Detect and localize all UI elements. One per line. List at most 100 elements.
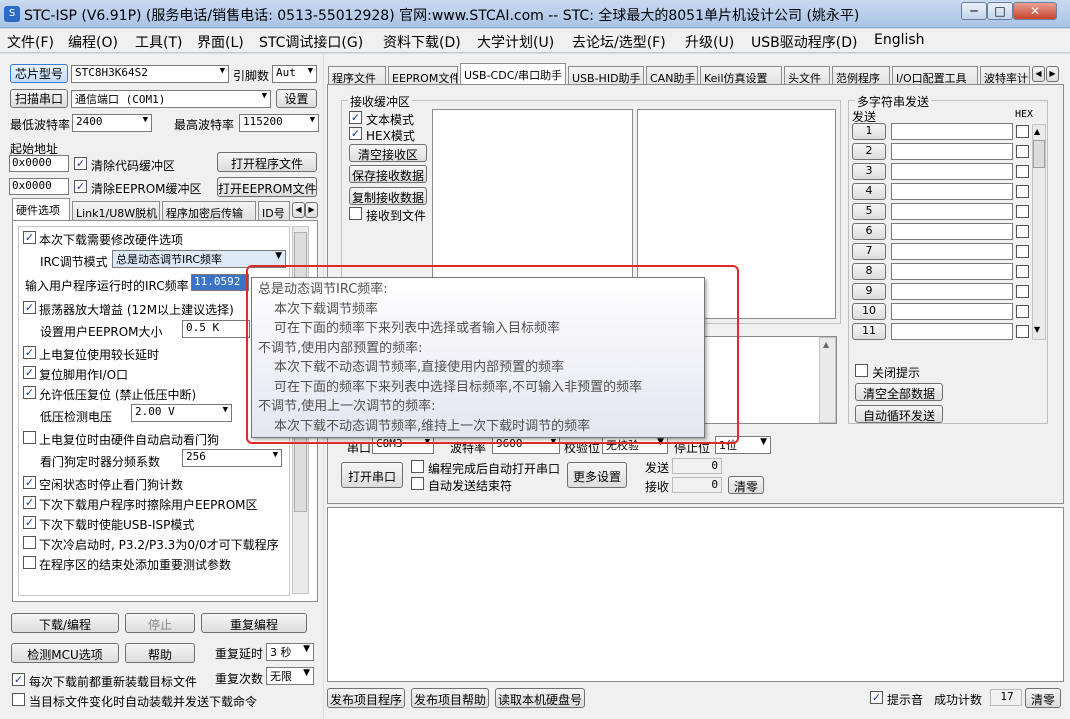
com-port-select[interactable]: 通信端口 (COM1) ▼ bbox=[71, 90, 271, 108]
repeat-delay-select[interactable]: 3 秒 ▼ bbox=[266, 643, 314, 661]
hex-mode-checkbox[interactable]: ✓ bbox=[349, 127, 362, 140]
publish-program-button[interactable]: 发布项目程序 bbox=[327, 688, 405, 708]
clear-all-data-button[interactable]: 清空全部数据 bbox=[855, 383, 943, 401]
code-address-input[interactable]: 0x0000 bbox=[9, 155, 69, 172]
menu-download[interactable]: 资料下载(D) bbox=[383, 32, 461, 52]
tab-usb-hid[interactable]: USB-HID助手 bbox=[568, 66, 644, 86]
send-row-button[interactable]: 10 bbox=[852, 303, 886, 320]
menu-english[interactable]: English bbox=[874, 32, 925, 48]
multi-scroll-thumb[interactable] bbox=[1033, 140, 1045, 168]
read-disk-id-button[interactable]: 读取本机硬盘号 bbox=[495, 688, 585, 708]
send-row-button[interactable]: 5 bbox=[852, 203, 886, 220]
scan-port-button[interactable]: 扫描串口 bbox=[10, 89, 68, 108]
title-bar[interactable]: S STC-ISP (V6.91P) (服务电话/销售电话: 0513-5501… bbox=[0, 0, 1070, 28]
lvd-select[interactable]: 2.00 V ▼ bbox=[131, 404, 232, 422]
send-row-input[interactable] bbox=[891, 143, 1013, 160]
send-row-input[interactable] bbox=[891, 323, 1013, 340]
send-row-hex-checkbox[interactable] bbox=[1016, 285, 1029, 298]
erase-eeprom-checkbox[interactable]: ✓ bbox=[23, 496, 36, 509]
menu-forum[interactable]: 去论坛/选型(F) bbox=[572, 32, 666, 52]
pin-count-select[interactable]: Aut ▼ bbox=[272, 65, 317, 83]
send-row-hex-checkbox[interactable] bbox=[1016, 165, 1029, 178]
send-row-hex-checkbox[interactable] bbox=[1016, 185, 1029, 198]
log-output-area[interactable] bbox=[327, 507, 1064, 682]
tab-encrypt[interactable]: 程序加密后传输 bbox=[162, 201, 256, 221]
tab-program-file[interactable]: 程序文件 bbox=[328, 66, 386, 86]
send-row-button[interactable]: 4 bbox=[852, 183, 886, 200]
tab-scroll-left-icon[interactable]: ◀ bbox=[292, 202, 305, 218]
send-row-hex-checkbox[interactable] bbox=[1016, 325, 1029, 338]
send-scroll-up-icon[interactable]: ▲ bbox=[823, 340, 829, 349]
auto-loop-send-button[interactable]: 自动循环发送 bbox=[855, 405, 943, 423]
add-params-checkbox[interactable] bbox=[23, 556, 36, 569]
send-row-input[interactable] bbox=[891, 243, 1013, 260]
clear-counts-button[interactable]: 清零 bbox=[728, 476, 764, 494]
tab-eeprom-file[interactable]: EEPROM文件 bbox=[388, 66, 458, 86]
tab-scroll-right-icon[interactable]: ▶ bbox=[305, 202, 318, 218]
right-tab-scroll-right-icon[interactable]: ▶ bbox=[1046, 66, 1059, 82]
clear-receive-button[interactable]: 清空接收区 bbox=[349, 144, 427, 162]
send-row-hex-checkbox[interactable] bbox=[1016, 305, 1029, 318]
menu-file[interactable]: 文件(F) bbox=[7, 32, 54, 52]
tab-usb-cdc[interactable]: USB-CDC/串口助手 bbox=[460, 63, 566, 85]
menu-program[interactable]: 编程(O) bbox=[68, 32, 118, 52]
tab-can[interactable]: CAN助手 bbox=[646, 66, 698, 86]
text-mode-checkbox[interactable]: ✓ bbox=[349, 111, 362, 124]
osc-gain-checkbox[interactable]: ✓ bbox=[23, 301, 36, 314]
send-row-button[interactable]: 7 bbox=[852, 243, 886, 260]
eeprom-size-select[interactable]: 0.5 K bbox=[182, 320, 250, 338]
idle-wdt-checkbox[interactable]: ✓ bbox=[23, 476, 36, 489]
chip-model-button[interactable]: 芯片型号 bbox=[10, 64, 68, 83]
download-program-button[interactable]: 下载/编程 bbox=[11, 613, 119, 633]
close-tip-checkbox[interactable] bbox=[855, 364, 868, 377]
multi-scroll-down-icon[interactable]: ▼ bbox=[1034, 325, 1040, 334]
tab-header[interactable]: 头文件 bbox=[784, 66, 830, 86]
por-delay-checkbox[interactable]: ✓ bbox=[23, 346, 36, 359]
tab-baud-calc[interactable]: 波特率计 bbox=[980, 66, 1030, 86]
send-row-hex-checkbox[interactable] bbox=[1016, 225, 1029, 238]
menu-interface[interactable]: 界面(L) bbox=[197, 32, 244, 52]
tab-keil[interactable]: Keil仿真设置 bbox=[700, 66, 782, 86]
settings-button[interactable]: 设置 bbox=[276, 89, 317, 108]
multi-scroll-up-icon[interactable]: ▲ bbox=[1034, 127, 1040, 136]
receive-to-file-checkbox[interactable] bbox=[349, 207, 362, 220]
send-row-hex-checkbox[interactable] bbox=[1016, 265, 1029, 278]
send-row-input[interactable] bbox=[891, 203, 1013, 220]
minimize-button[interactable]: ─ bbox=[961, 2, 987, 20]
send-row-hex-checkbox[interactable] bbox=[1016, 145, 1029, 158]
tab-examples[interactable]: 范例程序 bbox=[832, 66, 890, 86]
send-row-button[interactable]: 6 bbox=[852, 223, 886, 240]
repeat-count-select[interactable]: 无限 ▼ bbox=[266, 667, 314, 685]
lvr-checkbox[interactable]: ✓ bbox=[23, 386, 36, 399]
irc-frequency-input[interactable]: 11.0592 bbox=[191, 274, 249, 291]
maximize-button[interactable]: □ bbox=[987, 2, 1013, 20]
reset-io-checkbox[interactable]: ✓ bbox=[23, 366, 36, 379]
repeat-program-button[interactable]: 重复编程 bbox=[201, 613, 307, 633]
send-scrollbar[interactable] bbox=[819, 337, 836, 423]
open-eeprom-file-button[interactable]: 打开EEPROM文件 bbox=[217, 177, 317, 197]
menu-upgrade[interactable]: 升级(U) bbox=[685, 32, 734, 52]
send-row-hex-checkbox[interactable] bbox=[1016, 245, 1029, 258]
send-row-button[interactable]: 1 bbox=[852, 123, 886, 140]
menu-debug[interactable]: STC调试接口(G) bbox=[259, 32, 363, 52]
tab-id[interactable]: ID号 bbox=[258, 201, 290, 221]
send-row-input[interactable] bbox=[891, 263, 1013, 280]
save-receive-button[interactable]: 保存接收数据 bbox=[349, 165, 427, 183]
auto-open-checkbox[interactable] bbox=[411, 460, 424, 473]
eeprom-address-input[interactable]: 0x0000 bbox=[9, 178, 69, 195]
send-row-input[interactable] bbox=[891, 303, 1013, 320]
max-baud-select[interactable]: 115200 ▼ bbox=[239, 114, 319, 132]
menu-university[interactable]: 大学计划(U) bbox=[477, 32, 554, 52]
send-row-input[interactable] bbox=[891, 183, 1013, 200]
auto-send-end-checkbox[interactable] bbox=[411, 477, 424, 490]
menu-tools[interactable]: 工具(T) bbox=[135, 32, 182, 52]
more-settings-button[interactable]: 更多设置 bbox=[567, 462, 627, 488]
send-row-button[interactable]: 3 bbox=[852, 163, 886, 180]
send-row-button[interactable]: 8 bbox=[852, 263, 886, 280]
beep-checkbox[interactable]: ✓ bbox=[870, 691, 883, 704]
modify-hw-checkbox[interactable]: ✓ bbox=[23, 231, 36, 244]
send-row-button[interactable]: 11 bbox=[852, 323, 886, 340]
send-row-hex-checkbox[interactable] bbox=[1016, 205, 1029, 218]
min-baud-select[interactable]: 2400 ▼ bbox=[72, 114, 152, 132]
reload-before-checkbox[interactable]: ✓ bbox=[12, 673, 25, 686]
